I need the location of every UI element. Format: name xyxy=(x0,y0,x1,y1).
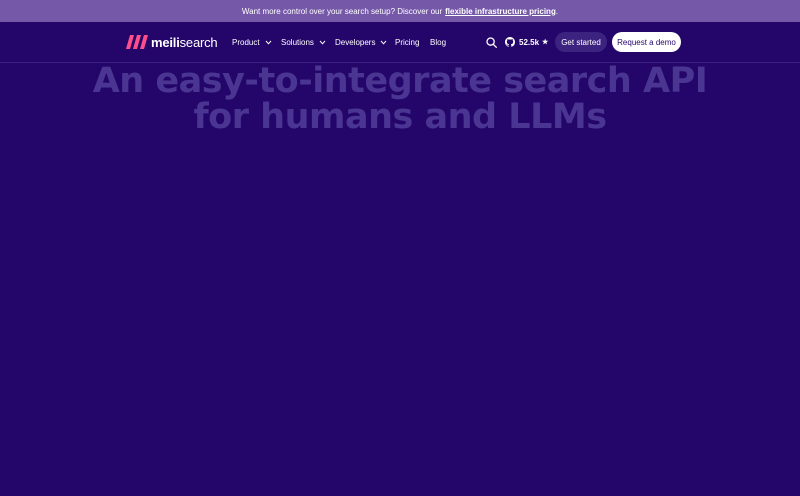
github-star-count: 52.5k xyxy=(519,37,540,47)
nav-product[interactable]: Product xyxy=(232,22,272,62)
banner-text: Want more control over your search setup… xyxy=(241,6,443,16)
nav-label-developers: Developers xyxy=(335,37,376,47)
github-stars-link[interactable]: 52.5k ★ xyxy=(505,37,548,47)
nav-label-solutions: Solutions xyxy=(281,37,314,47)
request-demo-button[interactable]: Request a demo xyxy=(612,32,681,52)
logo-mark-icon xyxy=(126,35,148,49)
banner-suffix: . xyxy=(555,6,559,16)
top-navigation: meilisearch Product Solutions Developers… xyxy=(0,22,800,63)
hero-heading: An easy-to-integrate search API for huma… xyxy=(0,63,800,135)
get-started-button[interactable]: Get started xyxy=(555,32,607,52)
pricing-link[interactable]: flexible infrastructure pricing xyxy=(445,7,556,16)
announcement-banner: Want more control over your search setup… xyxy=(0,0,800,22)
hero-line-1: An easy-to-integrate search API xyxy=(92,61,708,101)
star-icon: ★ xyxy=(542,39,549,46)
nav-solutions[interactable]: Solutions xyxy=(281,22,326,62)
nav-blog[interactable]: Blog xyxy=(430,22,446,62)
github-icon xyxy=(505,37,515,47)
logo-wordmark: meilisearch xyxy=(151,34,218,50)
chevron-down-icon xyxy=(265,40,271,45)
chevron-down-icon xyxy=(319,40,326,45)
chevron-down-icon xyxy=(381,40,387,45)
search-icon[interactable] xyxy=(486,37,497,48)
nav-developers[interactable]: Developers xyxy=(335,22,387,62)
nav-pricing[interactable]: Pricing xyxy=(395,22,419,62)
nav-label-product: Product xyxy=(232,37,260,47)
meilisearch-logo[interactable]: meilisearch xyxy=(126,34,218,50)
hero-line-2: for humans and LLMs xyxy=(193,97,607,137)
